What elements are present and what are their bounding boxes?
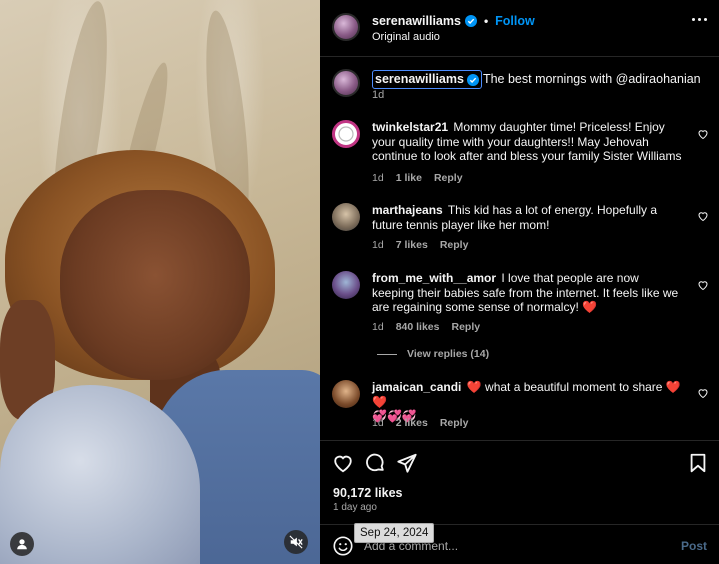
muted-speaker-icon[interactable] bbox=[284, 530, 308, 554]
comment-likes[interactable]: 1 like bbox=[396, 172, 422, 184]
heart-icon[interactable] bbox=[697, 279, 709, 291]
post-button[interactable]: Post bbox=[681, 539, 707, 553]
comment-icon[interactable] bbox=[364, 452, 386, 474]
post-header: serenawilliams • Follow Original audio bbox=[320, 0, 719, 57]
avatar[interactable] bbox=[332, 380, 360, 408]
bookmark-icon[interactable] bbox=[687, 452, 709, 474]
view-replies-label[interactable]: View replies (14) bbox=[407, 348, 489, 360]
caption-text-row: serenawilliams The best mornings with @a… bbox=[372, 70, 701, 89]
header-username[interactable]: serenawilliams bbox=[372, 14, 461, 28]
comment-username[interactable]: jamaican_candi bbox=[372, 380, 461, 394]
user-tag-icon[interactable] bbox=[10, 532, 34, 556]
comment-likes[interactable]: 7 likes bbox=[396, 239, 428, 251]
comment-text: marthajeans This kid has a lot of energy… bbox=[372, 203, 682, 232]
reply-button[interactable]: Reply bbox=[451, 321, 480, 333]
comment-username[interactable]: from_me_with__amor bbox=[372, 271, 496, 285]
caption-text: The best mornings with @adiraohanian bbox=[482, 72, 701, 86]
avatar[interactable] bbox=[332, 69, 360, 97]
reply-button[interactable]: Reply bbox=[434, 172, 463, 184]
reply-button[interactable]: Reply bbox=[440, 417, 469, 429]
share-icon[interactable] bbox=[396, 452, 418, 474]
heart-emoji: ❤️ bbox=[582, 300, 598, 314]
heart-icon[interactable] bbox=[332, 452, 354, 474]
comment-time[interactable]: 1d bbox=[372, 417, 384, 429]
post-panel: serenawilliams • Follow Original audio s… bbox=[320, 0, 719, 564]
comment-username[interactable]: marthajeans bbox=[372, 203, 443, 217]
avatar[interactable] bbox=[332, 271, 360, 299]
comment-meta: 1d 1 like Reply bbox=[372, 172, 463, 184]
comment-likes[interactable]: 840 likes bbox=[396, 321, 440, 333]
follow-button[interactable]: Follow bbox=[495, 14, 535, 28]
comment-likes[interactable]: 2 likes bbox=[396, 417, 428, 429]
likes-count[interactable]: 90,172 likes bbox=[333, 486, 403, 500]
comment-time[interactable]: 1d bbox=[372, 321, 384, 333]
verified-badge-icon bbox=[466, 73, 479, 86]
reel-video[interactable] bbox=[0, 0, 320, 564]
avatar[interactable] bbox=[332, 203, 360, 231]
heart-icon[interactable] bbox=[697, 210, 709, 222]
comment-time[interactable]: 1d bbox=[372, 172, 384, 184]
comment-content: what a beautiful moment to share bbox=[481, 380, 666, 394]
caption-username-link[interactable]: serenawilliams bbox=[372, 70, 482, 89]
comment-text: twinkelstar21 Mommy daughter time! Price… bbox=[372, 120, 682, 164]
comment-text: from_me_with__amor I love that people ar… bbox=[372, 271, 682, 315]
avatar[interactable] bbox=[332, 13, 360, 41]
replies-divider bbox=[377, 353, 397, 355]
heart-icon[interactable] bbox=[697, 387, 709, 399]
reply-button[interactable]: Reply bbox=[440, 239, 469, 251]
comment-username[interactable]: twinkelstar21 bbox=[372, 120, 448, 134]
heart-emoji: ❤️ bbox=[466, 380, 482, 394]
verified-badge-icon bbox=[464, 15, 477, 27]
header-separator: • bbox=[483, 14, 489, 28]
caption-username[interactable]: serenawilliams bbox=[375, 71, 464, 88]
heart-icon[interactable] bbox=[697, 128, 709, 140]
audio-label[interactable]: Original audio bbox=[372, 31, 440, 43]
comment-meta: 1d 840 likes Reply bbox=[372, 321, 480, 333]
date-tooltip: Sep 24, 2024 bbox=[354, 523, 435, 543]
emoji-icon[interactable] bbox=[332, 535, 354, 557]
post-actions: 90,172 likes 1 day ago Post bbox=[320, 440, 719, 564]
more-options-icon[interactable] bbox=[692, 18, 707, 21]
avatar[interactable] bbox=[332, 120, 360, 148]
video-subject-face bbox=[60, 190, 250, 380]
caption-time[interactable]: 1d bbox=[372, 89, 384, 101]
comment-meta: 1d 7 likes Reply bbox=[372, 239, 468, 251]
header-user-row: serenawilliams • Follow bbox=[372, 14, 535, 28]
view-replies-button[interactable]: View replies (14) bbox=[377, 348, 489, 360]
post-time[interactable]: 1 day ago bbox=[333, 502, 377, 513]
comment-meta: 1d 2 likes Reply bbox=[372, 417, 468, 429]
post-caption: serenawilliams The best mornings with @a… bbox=[320, 66, 719, 106]
comment-time[interactable]: 1d bbox=[372, 239, 384, 251]
